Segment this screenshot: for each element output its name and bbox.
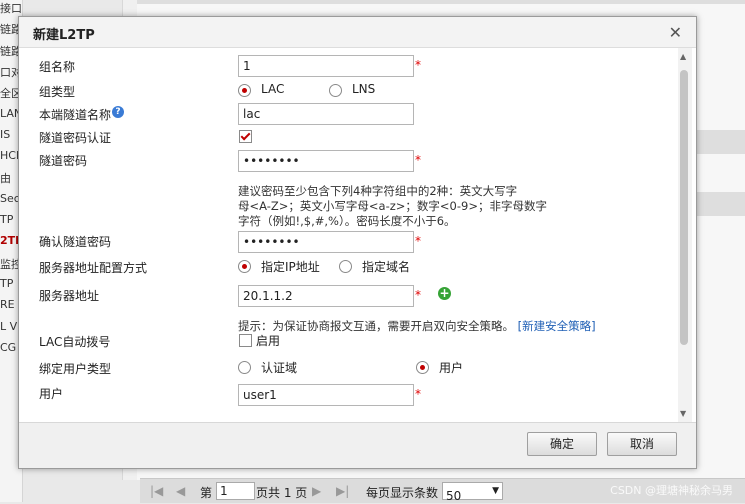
new-l2tp-dialog: 新建L2TP ✕ 组名称 1 * 组类型 LAC LNS 本端隧道名称 ? la… <box>18 16 697 469</box>
dialog-title: 新建L2TP <box>33 28 95 43</box>
radio-ip-address[interactable] <box>238 260 251 273</box>
page-number-input[interactable]: 1 <box>216 482 255 500</box>
prev-page-icon[interactable]: ◀ <box>176 484 185 498</box>
group-type-label: 组类型 <box>39 85 76 99</box>
radio-auth-domain[interactable] <box>238 361 251 374</box>
radio-lac-label: LAC <box>261 82 285 96</box>
radio-lns[interactable] <box>329 84 342 97</box>
sidebar-item[interactable]: 接口 <box>0 0 22 16</box>
required-mark: * <box>415 58 421 72</box>
security-hint: 提示：为保证协商报文互通，需要开启双向安全策略。 [新建安全策略] <box>238 319 596 333</box>
background-band <box>137 0 745 4</box>
tunnel-auth-label: 隧道密码认证 <box>39 131 112 145</box>
new-security-policy-link[interactable]: [新建安全策略] <box>518 319 596 333</box>
required-mark: * <box>415 234 421 248</box>
page-total-text: 页共 1 页 <box>256 486 308 500</box>
required-mark: * <box>415 288 421 302</box>
scroll-thumb[interactable] <box>680 70 688 345</box>
password-hint-line: 建议密码至少包含下列4种字符组中的2种：英文大写字 <box>238 184 518 198</box>
help-icon[interactable]: ? <box>112 106 124 118</box>
radio-auth-domain-label: 认证域 <box>261 361 298 375</box>
lac-autodial-checkbox[interactable] <box>239 334 252 347</box>
password-hint-line: 母<A-Z>；英文小写字母<a-z>；数字<0-9>；非字母数字 <box>238 199 547 213</box>
radio-user[interactable] <box>416 361 429 374</box>
first-page-icon[interactable]: |◀ <box>150 484 163 498</box>
local-tunnel-name-label: 本端隧道名称 <box>39 108 112 122</box>
dialog-footer: 确定 取消 <box>19 422 696 468</box>
dialog-form: 组名称 1 * 组类型 LAC LNS 本端隧道名称 ? lac 隧道密码认证 … <box>19 48 677 422</box>
required-mark: * <box>415 153 421 167</box>
server-address-label: 服务器地址 <box>39 289 100 303</box>
per-page-label: 每页显示条数 <box>366 486 439 500</box>
lac-autodial-option: 启用 <box>256 334 281 348</box>
server-address-input[interactable]: 20.1.1.2 <box>238 285 414 307</box>
radio-user-label: 用户 <box>439 361 464 375</box>
watermark: CSDN @理塘神秘余马男 <box>610 484 733 497</box>
radio-lac[interactable] <box>238 84 251 97</box>
server-mode-label: 服务器地址配置方式 <box>39 261 148 275</box>
add-server-icon[interactable]: + <box>438 287 451 300</box>
dialog-scrollbar[interactable]: ▲ ▼ <box>678 48 692 422</box>
close-icon[interactable]: ✕ <box>669 23 682 42</box>
bind-user-type-label: 绑定用户类型 <box>39 362 112 376</box>
last-page-icon[interactable]: ▶| <box>336 484 349 498</box>
radio-ip-address-label: 指定IP地址 <box>261 260 320 274</box>
required-mark: * <box>415 387 421 401</box>
radio-domain-name-label: 指定域名 <box>362 260 411 274</box>
tunnel-password-label: 隧道密码 <box>39 154 88 168</box>
confirm-password-label: 确认隧道密码 <box>39 235 112 249</box>
next-page-icon[interactable]: ▶ <box>312 484 321 498</box>
ok-button[interactable]: 确定 <box>527 432 597 456</box>
group-name-input[interactable]: 1 <box>238 55 414 77</box>
group-name-label: 组名称 <box>39 60 76 74</box>
per-page-select[interactable]: 50 ▼ <box>442 482 503 503</box>
scroll-up-icon[interactable]: ▲ <box>680 52 686 61</box>
local-tunnel-name-input[interactable]: lac <box>238 103 414 125</box>
scroll-down-icon[interactable]: ▼ <box>680 409 686 418</box>
page-prefix: 第 <box>200 486 213 500</box>
lac-autodial-label: LAC自动拨号 <box>39 335 111 349</box>
dialog-header: 新建L2TP ✕ <box>19 17 696 48</box>
radio-lns-label: LNS <box>352 82 376 96</box>
tunnel-password-input[interactable]: •••••••• <box>238 150 414 172</box>
user-input[interactable]: user1 <box>238 384 414 406</box>
password-hint-line: 字符（例如!,$,#,%）。密码长度不小于6。 <box>238 214 456 228</box>
user-label: 用户 <box>39 387 64 401</box>
chevron-down-icon: ▼ <box>492 486 499 496</box>
confirm-password-input[interactable]: •••••••• <box>238 231 414 253</box>
cancel-button[interactable]: 取消 <box>607 432 677 456</box>
radio-domain-name[interactable] <box>339 260 352 273</box>
tunnel-auth-checkbox[interactable] <box>239 130 252 143</box>
